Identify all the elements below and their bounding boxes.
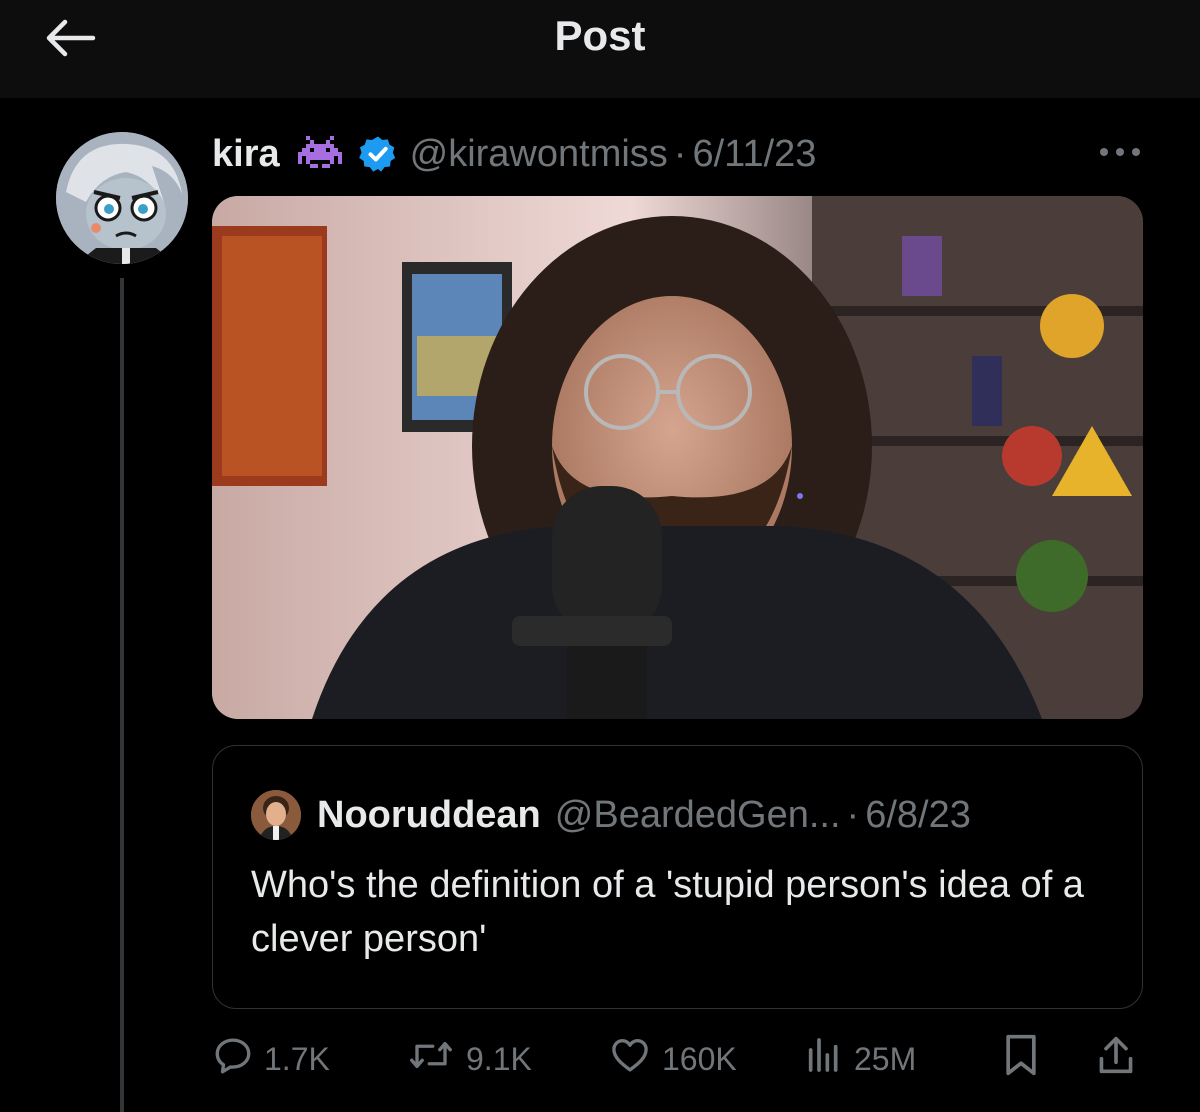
share-button[interactable] (1096, 1034, 1136, 1084)
like-button[interactable]: 160K (608, 1034, 737, 1084)
action-bar: 1.7K 9.1K 160K 25M (212, 1034, 1152, 1084)
bookmark-button[interactable] (1002, 1034, 1040, 1084)
repost-count: 9.1K (466, 1040, 532, 1077)
quoted-post-header: Nooruddean @BeardedGen... · 6/8/23 (251, 790, 971, 840)
post-media-image[interactable] (212, 196, 1143, 719)
thread-line (120, 278, 124, 1112)
separator-dot: · (673, 132, 687, 175)
views-chart-icon (804, 1034, 844, 1084)
post-header: kira @kirawontmiss · 6/11/23 (212, 128, 816, 180)
like-count: 160K (662, 1040, 737, 1077)
author-name[interactable]: kira (212, 133, 280, 176)
verified-badge-icon[interactable] (358, 134, 398, 174)
reply-button[interactable]: 1.7K (212, 1034, 330, 1084)
separator-dot: · (846, 793, 860, 836)
more-dots-icon (1098, 145, 1142, 163)
page-title: Post (554, 12, 646, 59)
bookmark-icon (1002, 1033, 1040, 1085)
more-options-button[interactable] (1094, 140, 1146, 168)
reply-count: 1.7K (264, 1040, 330, 1077)
repost-button[interactable]: 9.1K (406, 1034, 532, 1084)
cartoon-avatar-image (56, 132, 188, 264)
child-photo-avatar-image (251, 790, 301, 840)
quoted-post-date[interactable]: 6/8/23 (865, 794, 971, 837)
repost-icon (406, 1034, 456, 1084)
views-count: 25M (854, 1040, 917, 1077)
photo-streamer-with-microphone (212, 196, 1143, 719)
quoted-author-handle[interactable]: @BeardedGen... (555, 794, 841, 837)
author-avatar[interactable] (56, 132, 188, 264)
heart-icon (608, 1034, 652, 1084)
quoted-author-avatar[interactable] (251, 790, 301, 840)
quoted-post-text: Who's the definition of a 'stupid person… (251, 864, 1084, 960)
quoted-post[interactable]: Nooruddean @BeardedGen... · 6/8/23 Who's… (212, 745, 1143, 1009)
reply-icon (212, 1034, 254, 1084)
author-handle[interactable]: @kirawontmiss (410, 133, 668, 176)
alien-monster-icon (297, 136, 342, 172)
views-button[interactable]: 25M (804, 1034, 916, 1084)
quoted-author-name[interactable]: Nooruddean (317, 794, 541, 837)
post-date[interactable]: 6/11/23 (692, 133, 816, 176)
share-icon (1096, 1033, 1136, 1085)
top-bar: Post (0, 0, 1200, 98)
